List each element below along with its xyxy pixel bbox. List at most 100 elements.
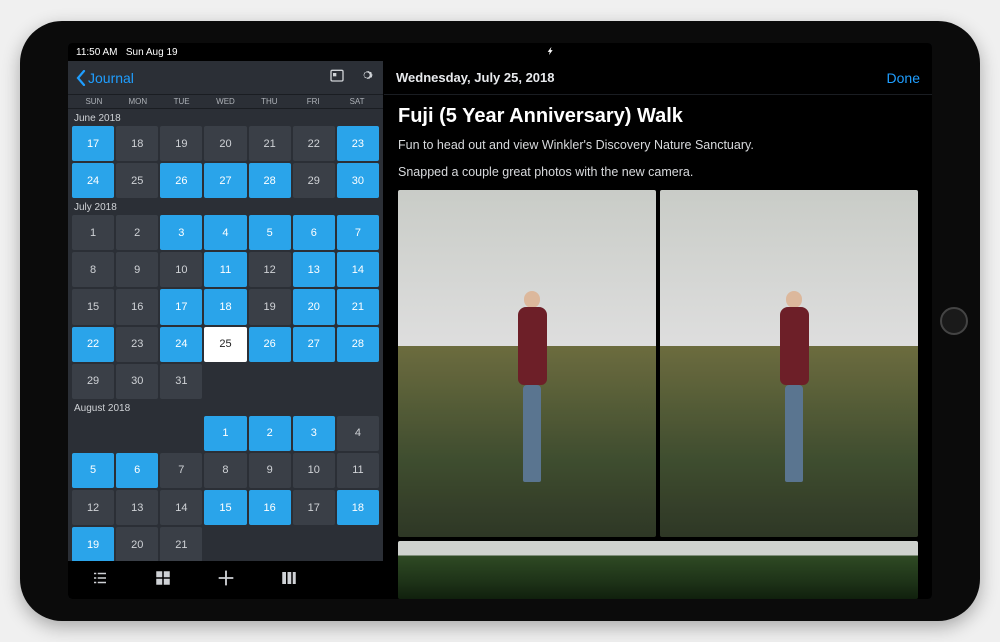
calendar-day[interactable]: 23 [116,327,158,362]
calendar-day[interactable]: 30 [116,364,158,399]
calendar-day[interactable]: 19 [160,126,202,161]
calendar-day[interactable]: 10 [160,252,202,287]
calendar-day[interactable]: 18 [337,490,379,525]
calendar-day[interactable]: 8 [72,252,114,287]
calendar-day[interactable]: 5 [249,215,291,250]
calendar-day[interactable]: 7 [160,453,202,488]
tab-columns[interactable] [265,569,313,592]
calendar-day[interactable]: 26 [160,163,202,198]
entry-date: Wednesday, July 25, 2018 [396,70,555,85]
calendar-day[interactable]: 27 [204,163,246,198]
calendar-day[interactable]: 14 [160,490,202,525]
calendar-day[interactable]: 23 [337,126,379,161]
calendar-day[interactable]: 26 [249,327,291,362]
calendar-day[interactable]: 9 [116,252,158,287]
calendar-day[interactable]: 22 [72,327,114,362]
month-grid: 1234567891011121314151617181920212223242… [72,215,379,399]
tab-add[interactable] [202,567,250,594]
tab-grid[interactable] [139,569,187,592]
photo-grid [398,190,918,600]
calendar-day[interactable]: 19 [249,289,291,324]
calendar-day[interactable]: 10 [293,453,335,488]
weekday-label: TUE [160,97,204,106]
gear-icon[interactable] [359,67,375,88]
photo-thumbnail[interactable] [660,190,918,538]
calendar-day[interactable]: 28 [249,163,291,198]
calendar-day[interactable]: 15 [72,289,114,324]
calendar-day[interactable]: 20 [204,126,246,161]
done-button[interactable]: Done [887,70,920,86]
month-label: June 2018 [72,109,379,126]
calendar-day[interactable]: 22 [293,126,335,161]
calendar-day[interactable]: 28 [337,327,379,362]
calendar-day[interactable]: 25 [204,327,246,362]
calendar-day[interactable]: 31 [160,364,202,399]
day-blank [116,416,158,451]
entry-body[interactable]: Fuji (5 Year Anniversary) Walk Fun to he… [384,95,932,599]
calendar-day[interactable]: 12 [249,252,291,287]
calendar-day[interactable]: 3 [293,416,335,451]
calendar-day[interactable]: 6 [293,215,335,250]
calendar-day[interactable]: 21 [160,527,202,561]
calendar-day[interactable]: 16 [116,289,158,324]
calendar-day[interactable]: 20 [116,527,158,561]
calendar-day[interactable]: 19 [72,527,114,561]
calendar-day[interactable]: 1 [72,215,114,250]
calendar-day[interactable]: 14 [337,252,379,287]
calendar-panel: Journal SUNMONTUEWEDTHUFRISAT June 20181… [68,61,384,599]
calendar-day[interactable]: 25 [116,163,158,198]
bolt-icon [545,46,557,59]
calendar-day[interactable]: 7 [337,215,379,250]
calendar-day[interactable]: 21 [337,289,379,324]
photo-thumbnail[interactable] [398,190,656,538]
calendar-day[interactable]: 18 [204,289,246,324]
entry-paragraph: Snapped a couple great photos with the n… [398,163,918,182]
grid-icon [154,569,172,592]
calendar-day[interactable]: 6 [116,453,158,488]
calendar-day[interactable]: 29 [72,364,114,399]
calendar-day[interactable]: 20 [293,289,335,324]
weekday-label: FRI [291,97,335,106]
weekday-label: SUN [72,97,116,106]
calendar-day[interactable]: 2 [249,416,291,451]
today-icon[interactable] [329,67,345,88]
bottom-tabbar [68,561,383,599]
calendar-day[interactable]: 16 [249,490,291,525]
calendar-day[interactable]: 17 [72,126,114,161]
calendar-day[interactable]: 11 [204,252,246,287]
calendar-day[interactable]: 24 [160,327,202,362]
calendar-day[interactable]: 17 [160,289,202,324]
tab-list[interactable] [76,569,124,592]
months-scroll[interactable]: June 20181718192021222324252627282930Jul… [68,109,383,561]
calendar-day[interactable]: 12 [72,490,114,525]
home-button[interactable] [940,307,968,335]
calendar-day[interactable]: 29 [293,163,335,198]
calendar-day[interactable]: 3 [160,215,202,250]
calendar-day[interactable]: 21 [249,126,291,161]
calendar-day[interactable]: 15 [204,490,246,525]
calendar-day[interactable]: 18 [116,126,158,161]
calendar-day[interactable]: 4 [204,215,246,250]
day-blank [337,364,379,399]
calendar-day[interactable]: 2 [116,215,158,250]
tab-calendar[interactable] [328,569,376,592]
calendar-day[interactable]: 9 [249,453,291,488]
calendar-day[interactable]: 27 [293,327,335,362]
photo-thumbnail[interactable] [398,541,918,599]
calendar-day[interactable]: 13 [293,252,335,287]
calendar-day[interactable]: 1 [204,416,246,451]
day-blank [249,364,291,399]
back-button[interactable]: Journal [76,70,134,86]
calendar-day[interactable]: 4 [337,416,379,451]
month-label: August 2018 [72,399,379,416]
calendar-day[interactable]: 13 [116,490,158,525]
calendar-day[interactable]: 17 [293,490,335,525]
entry-paragraph: Fun to head out and view Winkler's Disco… [398,136,918,155]
calendar-day[interactable]: 11 [337,453,379,488]
calendar-day[interactable]: 5 [72,453,114,488]
calendar-day[interactable]: 24 [72,163,114,198]
entry-header: Wednesday, July 25, 2018 Done [384,61,932,95]
calendar-day[interactable]: 30 [337,163,379,198]
calendar-day[interactable]: 8 [204,453,246,488]
add-icon [215,567,237,594]
